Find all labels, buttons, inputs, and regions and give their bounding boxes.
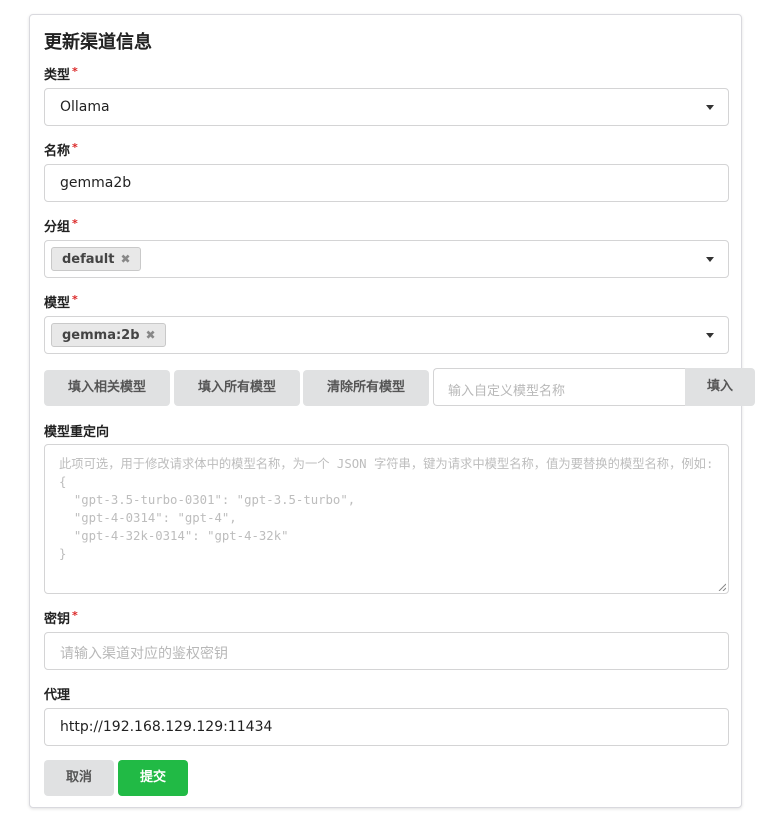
resize-handle-icon[interactable]	[718, 583, 726, 591]
proxy-label: 代理	[44, 688, 71, 703]
group-chip: default ✖	[51, 247, 141, 271]
key-label: 密钥 *	[44, 608, 78, 627]
model-chip-label: gemma:2b	[62, 328, 140, 343]
close-icon[interactable]: ✖	[120, 252, 130, 266]
key-input-placeholder: 请输入渠道对应的鉴权密钥	[60, 646, 228, 662]
cancel-button[interactable]: 取消	[44, 760, 114, 796]
models-label-text: 模型	[44, 296, 71, 311]
type-label-text: 类型	[44, 68, 71, 83]
submit-button[interactable]: 提交	[118, 760, 188, 796]
close-icon[interactable]: ✖	[146, 328, 156, 342]
key-label-text: 密钥	[44, 612, 71, 627]
required-mark: *	[72, 609, 78, 622]
custom-model-placeholder: 输入自定义模型名称	[448, 384, 566, 399]
chevron-down-icon[interactable]	[706, 333, 714, 338]
model-mapping-label: 模型重定向	[44, 425, 110, 440]
type-select[interactable]: Ollama	[44, 88, 729, 126]
required-mark: *	[72, 141, 78, 154]
group-chip-label: default	[62, 252, 115, 267]
name-label-text: 名称	[44, 144, 71, 159]
name-label: 名称 *	[44, 140, 78, 159]
model-mapping-textarea[interactable]: 此项可选，用于修改请求体中的模型名称，为一个 JSON 字符串，键为请求中模型名…	[44, 444, 729, 594]
required-mark: *	[72, 217, 78, 230]
group-label: 分组 *	[44, 216, 78, 235]
fill-related-models-button[interactable]: 填入相关模型	[44, 370, 170, 406]
group-label-text: 分组	[44, 220, 71, 235]
model-chip: gemma:2b ✖	[51, 323, 166, 347]
name-input-value: gemma2b	[60, 175, 132, 191]
page-title: 更新渠道信息	[44, 32, 152, 53]
type-label: 类型 *	[44, 64, 78, 83]
proxy-input-value: http://192.168.129.129:11434	[60, 719, 273, 735]
models-label: 模型 *	[44, 292, 78, 311]
required-mark: *	[72, 293, 78, 306]
type-select-value: Ollama	[60, 99, 110, 115]
fill-custom-model-button[interactable]: 填入	[685, 368, 755, 406]
clear-all-models-button[interactable]: 清除所有模型	[303, 370, 429, 406]
fill-all-models-button[interactable]: 填入所有模型	[174, 370, 300, 406]
name-input[interactable]: gemma2b	[44, 164, 729, 202]
models-select[interactable]: gemma:2b ✖	[44, 316, 729, 354]
custom-model-input[interactable]: 输入自定义模型名称	[433, 368, 686, 406]
edit-channel-card	[29, 14, 742, 808]
required-mark: *	[72, 65, 78, 78]
proxy-input[interactable]: http://192.168.129.129:11434	[44, 708, 729, 746]
group-select[interactable]: default ✖	[44, 240, 729, 278]
key-input[interactable]: 请输入渠道对应的鉴权密钥	[44, 632, 729, 670]
chevron-down-icon[interactable]	[706, 257, 714, 262]
chevron-down-icon[interactable]	[706, 105, 714, 110]
model-mapping-placeholder: 此项可选，用于修改请求体中的模型名称，为一个 JSON 字符串，键为请求中模型名…	[59, 457, 714, 561]
